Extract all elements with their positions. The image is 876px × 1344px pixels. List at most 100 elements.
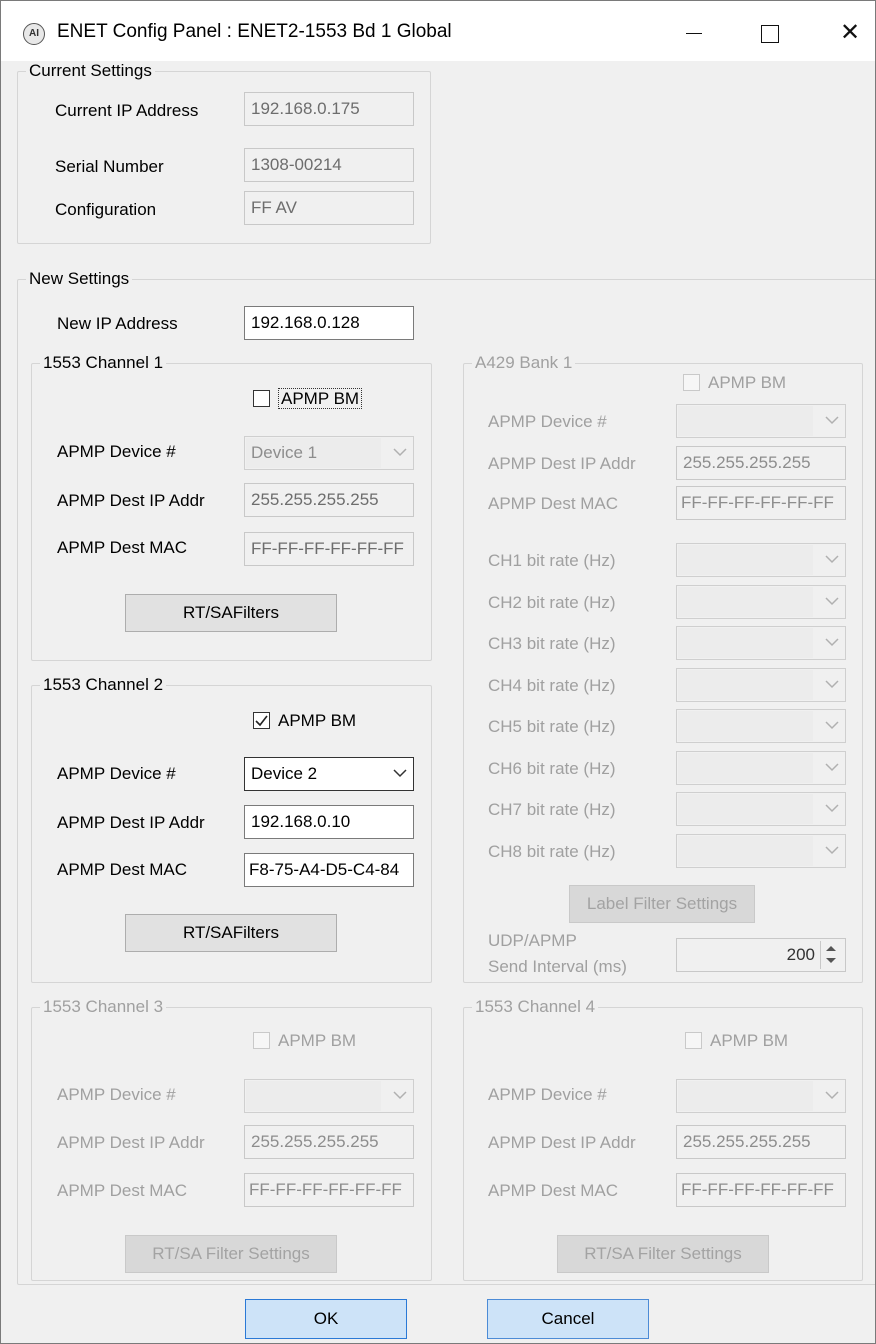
chevron-down-icon: [393, 1091, 407, 1100]
channel2-dest-ip-input[interactable]: 192.168.0.10: [244, 805, 414, 839]
close-icon: ✕: [839, 19, 861, 46]
checkbox-box: [253, 1032, 270, 1049]
channel2-dest-mac-input[interactable]: F8-75-A4-D5-C4-84: [244, 853, 414, 887]
title-bar: AI ENET Config Panel : ENET2-1553 Bd 1 G…: [1, 1, 875, 61]
channel4-dest-ip-field: 255.255.255.255: [676, 1125, 846, 1159]
channel1-legend: 1553 Channel 1: [43, 353, 164, 372]
ch2-bitrate-select[interactable]: [676, 585, 846, 619]
channel1-device-select[interactable]: Device 1: [244, 436, 414, 470]
channel2-dest-ip-label: APMP Dest IP Addr: [57, 813, 205, 832]
channel3-device-select[interactable]: [244, 1079, 414, 1113]
combo-field: [678, 836, 813, 866]
udp-apmp-label: UDP/APMP: [488, 931, 577, 950]
chevron-down-icon: [825, 555, 839, 564]
a429-bank1-legend: A429 Bank 1: [475, 353, 573, 372]
chevron-down-icon: [393, 769, 407, 778]
chevron-down-icon: [393, 448, 407, 457]
channel4-dest-ip-label: APMP Dest IP Addr: [488, 1133, 636, 1152]
new-settings-legend: New Settings: [29, 269, 130, 288]
channel1-dest-mac-label: APMP Dest MAC: [57, 538, 188, 557]
current-settings-legend: Current Settings: [29, 61, 152, 80]
chevron-down-icon: [825, 416, 839, 425]
configuration-label: Configuration: [55, 200, 157, 219]
checkbox-box: [683, 374, 700, 391]
ch7-bitrate-select[interactable]: [676, 792, 846, 826]
maximize-button[interactable]: [745, 11, 795, 55]
app-icon: AI: [23, 23, 45, 45]
channel4-apmp-bm-checkbox[interactable]: APMP BM: [685, 1031, 788, 1051]
minimize-button[interactable]: [669, 11, 719, 55]
current-ip-field: 192.168.0.175: [244, 92, 414, 126]
channel1-filters-button[interactable]: RT/SAFilters: [125, 594, 337, 632]
channel2-legend: 1553 Channel 2: [43, 675, 164, 694]
combo-field: [678, 670, 813, 700]
ch2-bitrate-label: CH2 bit rate (Hz): [488, 593, 616, 612]
window-title: ENET Config Panel : ENET2-1553 Bd 1 Glob…: [57, 21, 452, 42]
label-filter-settings-button[interactable]: Label Filter Settings: [569, 885, 755, 923]
ok-button[interactable]: OK: [245, 1299, 407, 1339]
serial-number-field: 1308-00214: [244, 148, 414, 182]
send-interval-spinner[interactable]: 200: [676, 938, 846, 972]
a429-device-select[interactable]: [676, 404, 846, 438]
checkbox-box: [253, 390, 270, 407]
channel3-legend: 1553 Channel 3: [43, 997, 164, 1016]
channel1-apmp-bm-label: APMP BM: [278, 388, 363, 409]
ch4-bitrate-label: CH4 bit rate (Hz): [488, 676, 616, 695]
close-button[interactable]: ✕: [825, 11, 875, 55]
combo-field: [678, 587, 813, 617]
channel4-device-select[interactable]: [676, 1079, 846, 1113]
channel4-apmp-bm-label: APMP BM: [710, 1031, 789, 1050]
channel3-dest-ip-field: 255.255.255.255: [244, 1125, 414, 1159]
ch5-bitrate-select[interactable]: [676, 709, 846, 743]
channel3-dest-mac-label: APMP Dest MAC: [57, 1181, 188, 1200]
spinner-arrows[interactable]: [820, 941, 843, 969]
combo-field: [678, 406, 813, 436]
channel1-apmp-bm-checkbox[interactable]: APMP BM: [253, 388, 363, 409]
a429-apmp-bm-checkbox[interactable]: APMP BM: [683, 373, 786, 393]
channel2-dest-mac-label: APMP Dest MAC: [57, 860, 188, 879]
new-ip-input[interactable]: 192.168.0.128: [244, 306, 414, 340]
channel2-apmp-bm-checkbox[interactable]: APMP BM: [253, 711, 356, 731]
new-ip-label: New IP Address: [57, 314, 178, 333]
combo-field: [678, 753, 813, 783]
channel3-apmp-bm-checkbox[interactable]: APMP BM: [253, 1031, 356, 1051]
combo-field: [678, 545, 813, 575]
channel4-legend: 1553 Channel 4: [475, 997, 596, 1016]
channel3-dest-ip-label: APMP Dest IP Addr: [57, 1133, 205, 1152]
ch1-bitrate-select[interactable]: [676, 543, 846, 577]
ch4-bitrate-select[interactable]: [676, 668, 846, 702]
channel4-dest-mac-label: APMP Dest MAC: [488, 1181, 619, 1200]
a429-dest-mac-label: APMP Dest MAC: [488, 494, 619, 513]
ch8-bitrate-label: CH8 bit rate (Hz): [488, 842, 616, 861]
channel4-dest-mac-field: FF-FF-FF-FF-FF-FF: [676, 1173, 846, 1207]
ch3-bitrate-select[interactable]: [676, 626, 846, 660]
send-interval-label: Send Interval (ms): [488, 957, 627, 976]
channel2-filters-button[interactable]: RT/SAFilters: [125, 914, 337, 952]
chevron-down-icon: [825, 638, 839, 647]
cancel-button[interactable]: Cancel: [487, 1299, 649, 1339]
ch7-bitrate-label: CH7 bit rate (Hz): [488, 800, 616, 819]
a429-dest-ip-label: APMP Dest IP Addr: [488, 454, 636, 473]
combo-field: [678, 628, 813, 658]
channel3-filter-settings-button[interactable]: RT/SA Filter Settings: [125, 1235, 337, 1273]
chevron-down-icon: [825, 597, 839, 606]
channel2-device-select[interactable]: Device 2: [244, 757, 414, 791]
channel1-dest-ip-label: APMP Dest IP Addr: [57, 491, 205, 510]
channel4-filter-settings-button[interactable]: RT/SA Filter Settings: [557, 1235, 769, 1273]
serial-number-label: Serial Number: [55, 157, 164, 176]
combo-field: [678, 794, 813, 824]
send-interval-value: 200: [786, 945, 815, 964]
channel2-apmp-bm-label: APMP BM: [278, 711, 357, 730]
ch8-bitrate-select[interactable]: [676, 834, 846, 868]
chevron-down-icon: [825, 804, 839, 813]
checkbox-checked: [253, 712, 270, 729]
a429-apmp-bm-label: APMP BM: [708, 373, 787, 392]
channel2-device-value: Device 2: [251, 764, 318, 783]
channel1-device-label: APMP Device #: [57, 442, 176, 461]
channel2-device-label: APMP Device #: [57, 764, 176, 783]
ch6-bitrate-select[interactable]: [676, 751, 846, 785]
a429-device-label: APMP Device #: [488, 412, 607, 431]
ch3-bitrate-label: CH3 bit rate (Hz): [488, 634, 616, 653]
combo-field: [246, 1081, 381, 1111]
channel3-dest-mac-field: FF-FF-FF-FF-FF-FF: [244, 1173, 414, 1207]
